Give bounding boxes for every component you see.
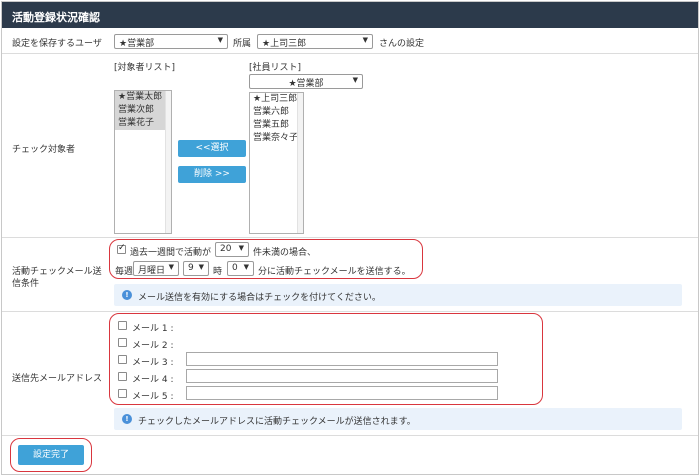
email-5-checkbox[interactable] [118, 389, 127, 398]
employee-listbox[interactable]: ★上司三郎 営業六郎 営業五郎 営業奈々子 [249, 92, 304, 234]
employee-option[interactable]: ★上司三郎 [250, 93, 303, 106]
condition-label: 活動チェックメール送 信条件 [12, 266, 102, 290]
target-option[interactable]: 営業次郎 [115, 104, 171, 117]
chevron-down-icon: ▼ [217, 36, 223, 44]
select-button[interactable]: <<選択 [178, 140, 246, 157]
employee-dept-select[interactable]: ★営業部 ▼ [249, 74, 363, 89]
count-select-value: 20 [220, 244, 232, 254]
condition-text-before: 過去一週間で活動が [130, 248, 212, 258]
employee-option[interactable]: 営業六郎 [250, 106, 303, 119]
target-option[interactable]: 営業花子 [115, 117, 171, 130]
email-2-label: メール 2 : [132, 341, 174, 351]
check-target-row: チェック対象者 [対象者リスト] ★営業太郎 営業次郎 営業花子 <<選択 削除 >… [2, 54, 698, 238]
condition-row: 活動チェックメール送 信条件 過去一週間で活動が 20 ▼ 件未満の場合、 毎週… [2, 238, 698, 312]
email-3-checkbox[interactable] [118, 355, 127, 364]
complete-button[interactable]: 設定完了 [18, 445, 84, 465]
chevron-down-icon: ▼ [198, 263, 204, 271]
condition-info-text: メール送信を有効にする場合はチェックを付けてください。 [138, 293, 381, 303]
employee-list-scrollbar[interactable] [297, 93, 303, 233]
target-list-label: [対象者リスト] [114, 63, 176, 73]
hour-label: 時 [213, 267, 223, 277]
email-1-label: メール 1 : [132, 324, 174, 334]
employee-dept-value: ★営業部 [288, 79, 324, 89]
target-list-scrollbar[interactable] [165, 91, 171, 233]
user-suffix: さんの設定 [379, 39, 425, 49]
email-5-label: メール 5 : [132, 392, 174, 402]
email-info-box: ! チェックしたメールアドレスに活動チェックメールが送信されます。 [114, 408, 682, 430]
weekday-select-value: 月曜日 [138, 266, 166, 276]
email-5-input[interactable] [186, 386, 498, 400]
chevron-down-icon: ▼ [362, 36, 368, 44]
dept-select-value: ★営業部 [119, 39, 155, 49]
send-mail-checkbox[interactable] [117, 243, 126, 254]
weekday-select[interactable]: 月曜日 ▼ [133, 261, 179, 276]
email-info-text: チェックしたメールアドレスに活動チェックメールが送信されます。 [138, 417, 416, 427]
chevron-down-icon: ▼ [352, 76, 358, 84]
target-option[interactable]: ★営業太郎 [115, 91, 171, 104]
page-title: 活動登録状況確認 [2, 2, 698, 28]
weekly-label: 毎週 [115, 267, 134, 277]
check-target-label: チェック対象者 [12, 145, 76, 155]
email-4-label: メール 4 : [132, 375, 174, 385]
minute-select-value: 0 [232, 263, 238, 273]
affiliation-label: 所属 [233, 39, 252, 49]
condition-label-line1: 活動チェックメール送 [12, 267, 102, 277]
email-row: 送信先メールアドレス メール 1 : メール 2 : メール 3 : メール 4… [2, 312, 698, 436]
chevron-down-icon: ▼ [238, 244, 244, 252]
chevron-down-icon: ▼ [243, 263, 249, 271]
email-1-checkbox[interactable] [118, 321, 127, 330]
condition-label-line2: 信条件 [12, 279, 40, 289]
chevron-down-icon: ▼ [168, 263, 174, 271]
email-4-checkbox[interactable] [118, 372, 127, 381]
user-select-value: ★上司三郎 [262, 39, 307, 49]
hour-select-value: 9 [188, 263, 194, 273]
target-listbox[interactable]: ★営業太郎 営業次郎 営業花子 [114, 90, 172, 234]
settings-panel: 活動登録状況確認 設定を保存するユーザ ★営業部 ▼ 所属 ★上司三郎 ▼ さん… [1, 1, 699, 475]
employee-option[interactable]: 営業五郎 [250, 119, 303, 132]
email-label: 送信先メールアドレス [12, 374, 103, 384]
save-user-label: 設定を保存するユーザ [12, 39, 102, 49]
delete-button[interactable]: 削除 >> [178, 166, 246, 183]
email-3-label: メール 3 : [132, 358, 174, 368]
email-4-input[interactable] [186, 369, 498, 383]
hour-select[interactable]: 9 ▼ [183, 261, 209, 276]
email-2-checkbox[interactable] [118, 338, 127, 347]
minute-label: 分に活動チェックメールを送信する。 [258, 267, 411, 277]
count-select[interactable]: 20 ▼ [215, 242, 249, 257]
employee-option[interactable]: 営業奈々子 [250, 132, 303, 145]
dept-select[interactable]: ★営業部 ▼ [114, 34, 228, 49]
condition-info-box: ! メール送信を有効にする場合はチェックを付けてください。 [114, 284, 682, 306]
condition-text-after: 件未満の場合、 [253, 248, 317, 258]
save-user-row: 設定を保存するユーザ ★営業部 ▼ 所属 ★上司三郎 ▼ さんの設定 [2, 28, 698, 54]
info-icon: ! [122, 414, 132, 424]
minute-select[interactable]: 0 ▼ [227, 261, 254, 276]
employee-list-label: [社員リスト] [249, 63, 302, 73]
user-select[interactable]: ★上司三郎 ▼ [257, 34, 373, 49]
info-icon: ! [122, 290, 132, 300]
email-3-input[interactable] [186, 352, 498, 366]
